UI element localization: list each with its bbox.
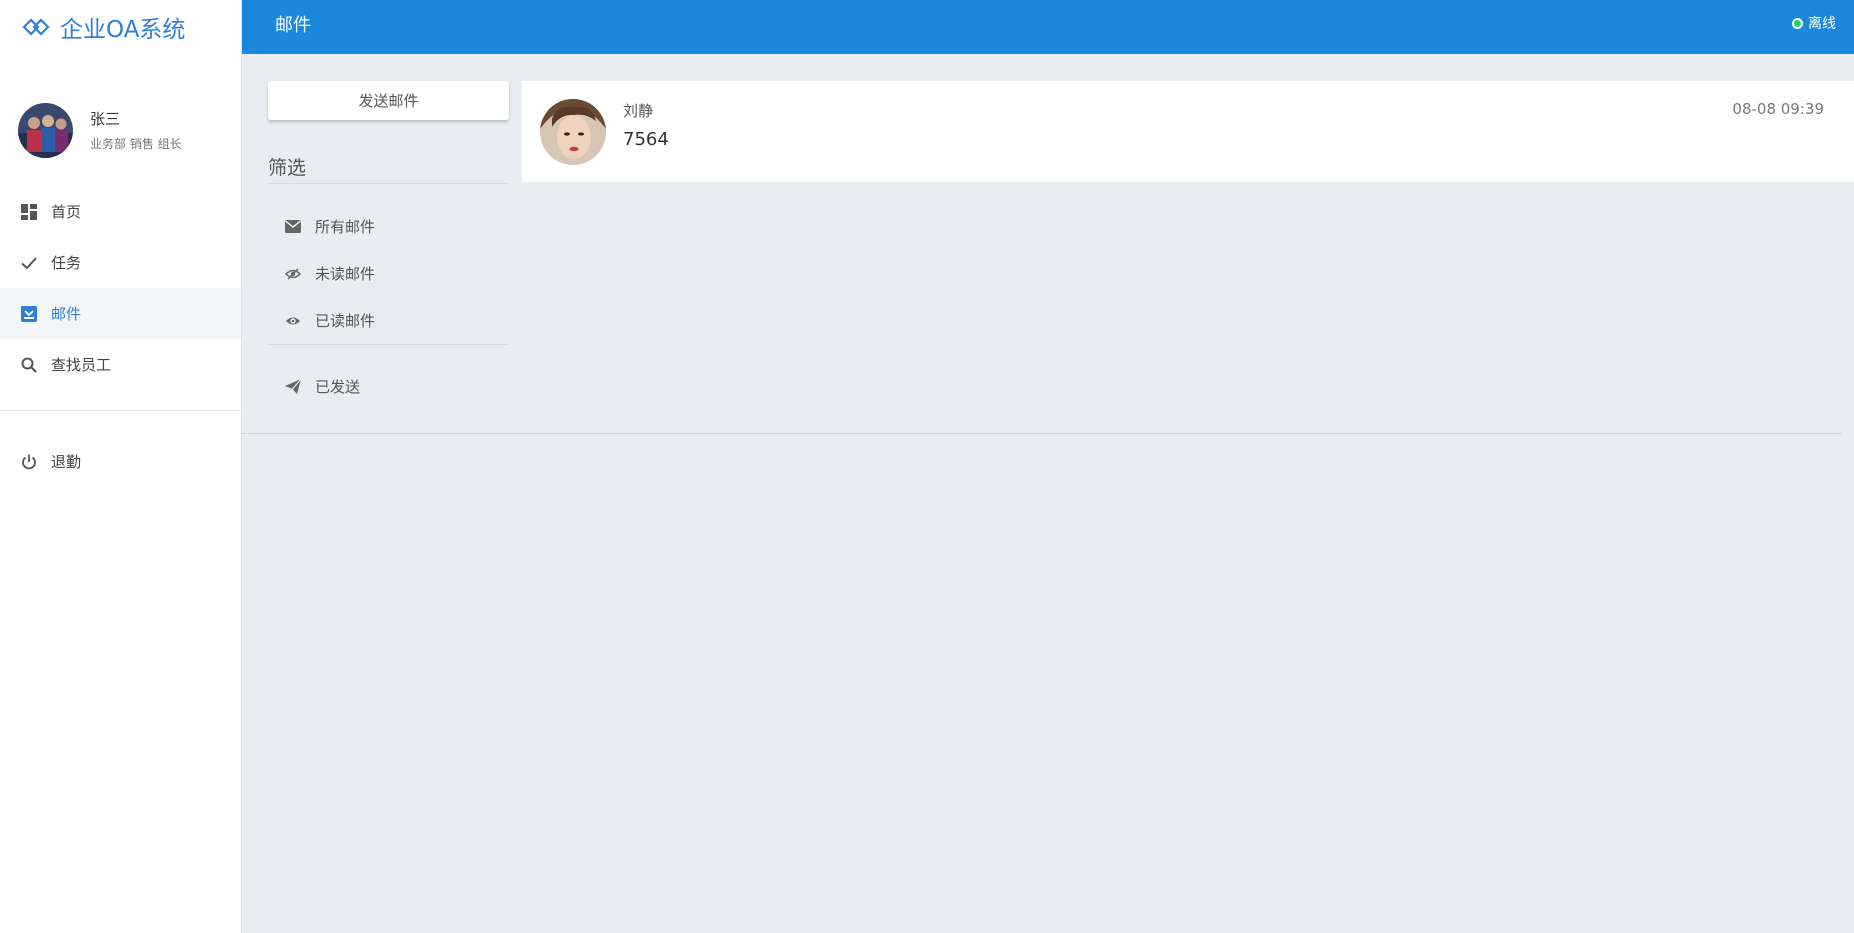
- filter-label: 所有邮件: [315, 218, 376, 236]
- filter-divider: [268, 183, 509, 184]
- user-dept: 业务部 销售 组长: [90, 137, 182, 151]
- brand[interactable]: 企业OA系统: [0, 0, 241, 54]
- paper-plane-icon: [285, 379, 301, 395]
- user-name: 张三: [90, 110, 121, 128]
- filter-title: 筛选: [268, 157, 307, 179]
- mail-sender: 刘静: [623, 102, 654, 120]
- filter-divider: [268, 344, 509, 345]
- status-indicator[interactable]: 离线: [1792, 13, 1836, 33]
- sidebar-nav: 首页 任务 邮件 查找员工 退勤: [0, 186, 241, 487]
- inbox-icon: [20, 305, 38, 323]
- sidebar-item-tasks[interactable]: 任务: [0, 237, 241, 288]
- sidebar-item-logout[interactable]: 退勤: [0, 436, 241, 487]
- eye-slash-icon: [285, 266, 301, 282]
- status-dot-icon: [1792, 17, 1803, 29]
- sidebar-item-find-staff[interactable]: 查找员工: [0, 339, 241, 390]
- sidebar-item-label: 查找员工: [51, 356, 112, 374]
- filter-unread-mail[interactable]: 未读邮件: [285, 263, 375, 284]
- sender-avatar: [540, 99, 606, 165]
- filter-label: 已读邮件: [315, 312, 376, 330]
- status-label: 离线: [1808, 16, 1836, 32]
- mail-subject: 7564: [623, 129, 669, 150]
- sidebar: 企业OA系统 张三 业务部 销售 组长 首页 任务 邮件 查找员工 退勤: [0, 0, 242, 933]
- filter-read-mail[interactable]: 已读邮件: [285, 310, 375, 331]
- sidebar-item-label: 退勤: [51, 453, 82, 471]
- eye-icon: [285, 313, 301, 329]
- power-icon: [20, 453, 38, 471]
- mail-timestamp: 08-08 09:39: [1732, 100, 1824, 118]
- filter-all-mail[interactable]: 所有邮件: [285, 216, 375, 237]
- avatar[interactable]: [18, 102, 73, 158]
- search-icon: [20, 356, 38, 374]
- panel-divider: [242, 433, 1842, 434]
- filter-label: 已发送: [315, 378, 361, 396]
- sidebar-item-label: 任务: [51, 254, 82, 272]
- page-title: 邮件: [275, 15, 311, 36]
- send-mail-button[interactable]: 发送邮件: [268, 81, 509, 120]
- logo-icon: [22, 18, 50, 36]
- sidebar-divider: [0, 410, 241, 411]
- filter-sent-mail[interactable]: 已发送: [285, 376, 360, 397]
- sidebar-item-home[interactable]: 首页: [0, 186, 241, 237]
- sidebar-item-mail[interactable]: 邮件: [0, 288, 241, 339]
- envelope-icon: [285, 219, 301, 235]
- top-bar: 邮件 离线: [242, 0, 1854, 54]
- check-icon: [20, 254, 38, 272]
- user-profile: 张三 业务部 销售 组长: [0, 54, 241, 184]
- app-title: 企业OA系统: [60, 17, 186, 43]
- sidebar-item-label: 邮件: [51, 305, 82, 323]
- filter-label: 未读邮件: [315, 265, 376, 283]
- dashboard-icon: [20, 203, 38, 221]
- sidebar-item-label: 首页: [51, 203, 82, 221]
- mail-list-item[interactable]: 刘静 7564 08-08 09:39: [522, 81, 1854, 182]
